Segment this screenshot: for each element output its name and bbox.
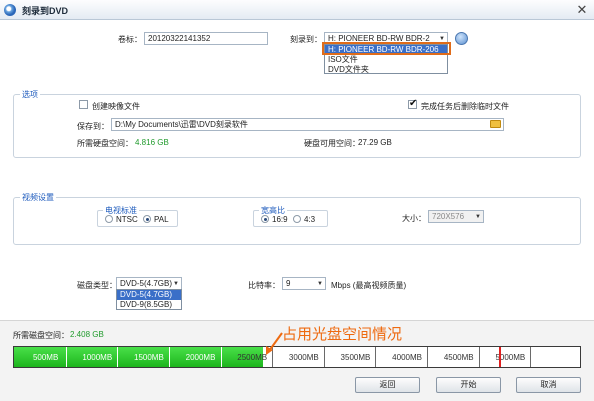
annotation-arrow [266, 332, 283, 355]
back-button[interactable]: 返回 [355, 377, 420, 393]
cancel-button[interactable]: 取消 [516, 377, 581, 393]
start-button[interactable]: 开始 [436, 377, 501, 393]
